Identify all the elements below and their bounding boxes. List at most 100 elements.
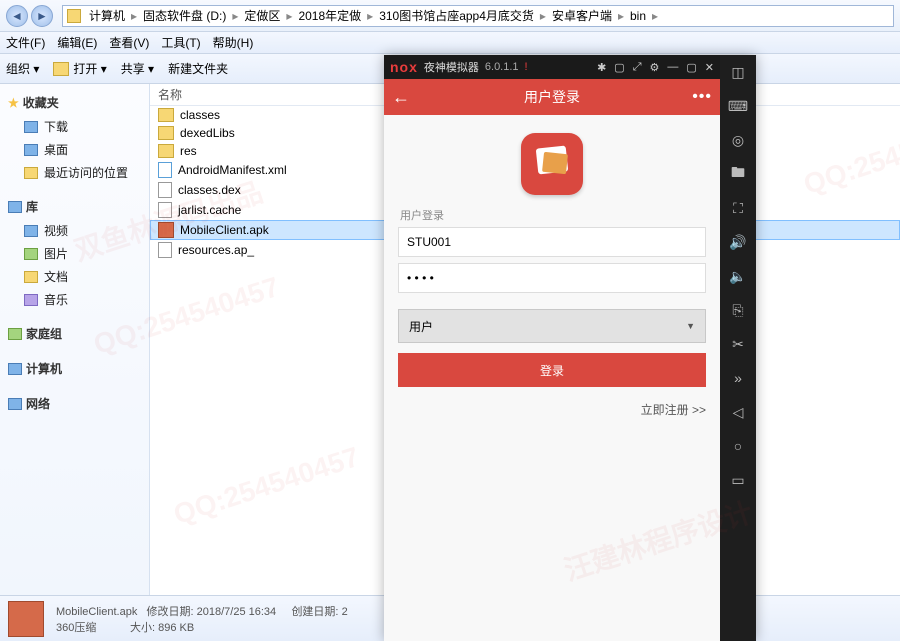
android-app: ← 用户登录 ••• 用户登录 用户 登录 立即注册 >>	[384, 79, 720, 641]
sidebar-network[interactable]: 网络	[0, 391, 149, 416]
nav-home-icon[interactable]: ○	[727, 435, 749, 457]
sidebar-item-music[interactable]: 音乐	[0, 288, 149, 311]
sidebar-item-documents[interactable]: 文档	[0, 265, 149, 288]
back-arrow-icon[interactable]: ←	[392, 87, 410, 108]
crumb-item[interactable]: bin	[626, 9, 650, 23]
address-bar: ◄ ► 计算机▸ 固态软件盘 (D:)▸ 定做区▸ 2018年定做▸ 310图书…	[0, 0, 900, 32]
register-link[interactable]: 立即注册 >>	[641, 401, 706, 418]
computer-icon	[8, 363, 22, 375]
menu-file[interactable]: 文件(F)	[6, 34, 45, 51]
folder-icon	[53, 62, 69, 76]
crumb-item[interactable]: 定做区	[240, 7, 284, 24]
skin-icon[interactable]: ✱	[597, 61, 606, 74]
crumb-item[interactable]: 固态软件盘 (D:)	[139, 7, 230, 24]
folder-icon	[158, 144, 174, 158]
document-icon	[24, 271, 38, 283]
library-icon	[8, 201, 22, 213]
file-icon	[158, 202, 172, 218]
restore-icon[interactable]: ⤢	[633, 61, 642, 74]
settings-icon[interactable]: ⚙	[650, 61, 660, 74]
password-field[interactable]	[398, 263, 706, 293]
star-icon: ★	[8, 96, 19, 110]
crumb-item[interactable]: 安卓客户端	[548, 7, 616, 24]
app-logo-icon	[521, 133, 583, 195]
network-icon	[8, 398, 22, 410]
download-icon	[24, 121, 38, 133]
status-filename: MobileClient.apk	[56, 606, 137, 618]
close-icon[interactable]: ✕	[705, 61, 714, 74]
sidebar-item-pictures[interactable]: 图片	[0, 242, 149, 265]
tool-newfolder[interactable]: 新建文件夹	[168, 60, 228, 77]
apk-install-icon[interactable]: ⎘	[727, 299, 749, 321]
cast-icon[interactable]: ▢	[614, 61, 624, 74]
sidebar-item-recent[interactable]: 最近访问的位置	[0, 161, 149, 184]
apk-file-icon	[158, 222, 174, 238]
sidebar-favorites[interactable]: ★收藏夹	[0, 90, 149, 115]
location-icon[interactable]: ◎	[727, 129, 749, 151]
file-name: jarlist.cache	[178, 203, 241, 217]
volume-up-icon[interactable]: 🔊	[727, 231, 749, 253]
apk-icon	[8, 601, 44, 637]
app-title: 用户登录	[524, 87, 580, 107]
tool-open[interactable]: 打开 ▾	[53, 60, 106, 77]
xml-file-icon	[158, 162, 172, 178]
menu-bar: 文件(F) 编辑(E) 查看(V) 工具(T) 帮助(H)	[0, 32, 900, 54]
tool-organize[interactable]: 组织 ▾	[6, 60, 39, 77]
recent-icon	[24, 167, 38, 179]
username-field[interactable]	[398, 227, 706, 257]
menu-view[interactable]: 查看(V)	[109, 34, 149, 51]
file-name: res	[180, 144, 197, 158]
file-name: classes	[180, 108, 220, 122]
role-dropdown[interactable]: 用户	[398, 309, 706, 343]
volume-down-icon[interactable]: 🔈	[727, 265, 749, 287]
nav-back-icon[interactable]: ◁	[727, 401, 749, 423]
folder-icon[interactable]: 🖿	[727, 163, 749, 185]
breadcrumb[interactable]: 计算机▸ 固态软件盘 (D:)▸ 定做区▸ 2018年定做▸ 310图书馆占座a…	[62, 5, 894, 27]
expand-icon[interactable]: »	[727, 367, 749, 389]
login-button[interactable]: 登录	[398, 353, 706, 387]
minimize-icon[interactable]: —	[667, 61, 678, 74]
more-icon[interactable]: •••	[692, 88, 712, 106]
crumb-item[interactable]: 2018年定做	[294, 7, 365, 24]
crumb-item[interactable]: 310图书馆占座app4月底交货	[375, 7, 538, 24]
status-filetype: 360压缩	[56, 622, 96, 634]
sidebar-item-downloads[interactable]: 下载	[0, 115, 149, 138]
folder-icon	[67, 9, 81, 23]
folder-icon	[158, 126, 174, 140]
scissors-icon[interactable]: ✂	[727, 333, 749, 355]
keyboard-icon[interactable]: ⌨	[727, 95, 749, 117]
menu-tool[interactable]: 工具(T)	[161, 34, 200, 51]
login-section-label: 用户登录	[400, 207, 444, 223]
explorer-sidebar: ★收藏夹 下载 桌面 最近访问的位置 库 视频 图片 文档 音乐 家庭组 计算机…	[0, 84, 150, 595]
file-name: MobileClient.apk	[180, 223, 269, 237]
sidebar-libraries[interactable]: 库	[0, 194, 149, 219]
crop-icon[interactable]: ◫	[727, 61, 749, 83]
folder-icon	[158, 108, 174, 122]
sidebar-homegroup[interactable]: 家庭组	[0, 321, 149, 346]
nav-recent-icon[interactable]: ▭	[727, 469, 749, 491]
warning-icon: !	[525, 61, 528, 73]
forward-button[interactable]: ►	[31, 5, 53, 27]
sidebar-item-video[interactable]: 视频	[0, 219, 149, 242]
menu-help[interactable]: 帮助(H)	[213, 34, 254, 51]
maximize-icon[interactable]: ▢	[686, 61, 696, 74]
file-icon	[158, 242, 172, 258]
back-button[interactable]: ◄	[6, 5, 28, 27]
sidebar-item-desktop[interactable]: 桌面	[0, 138, 149, 161]
nox-logo: nox	[390, 59, 418, 75]
music-icon	[24, 294, 38, 306]
file-name: AndroidManifest.xml	[178, 163, 287, 177]
fullscreen-icon[interactable]: ⛶	[727, 197, 749, 219]
sidebar-computer[interactable]: 计算机	[0, 356, 149, 381]
emulator-toolbar: ◫ ⌨ ◎ 🖿 ⛶ 🔊 🔈 ⎘ ✂ » ◁ ○ ▭	[720, 55, 756, 641]
homegroup-icon	[8, 328, 22, 340]
picture-icon	[24, 248, 38, 260]
tool-share[interactable]: 共享 ▾	[121, 60, 154, 77]
file-name: resources.ap_	[178, 243, 254, 257]
file-name: dexedLibs	[180, 126, 235, 140]
app-titlebar: ← 用户登录 •••	[384, 79, 720, 115]
file-icon	[158, 182, 172, 198]
crumb-item[interactable]: 计算机	[85, 7, 129, 24]
menu-edit[interactable]: 编辑(E)	[57, 34, 97, 51]
emulator-titlebar: nox 夜神模拟器 6.0.1.1 ! ✱ ▢ ⤢ ⚙ — ▢ ✕	[384, 55, 720, 79]
